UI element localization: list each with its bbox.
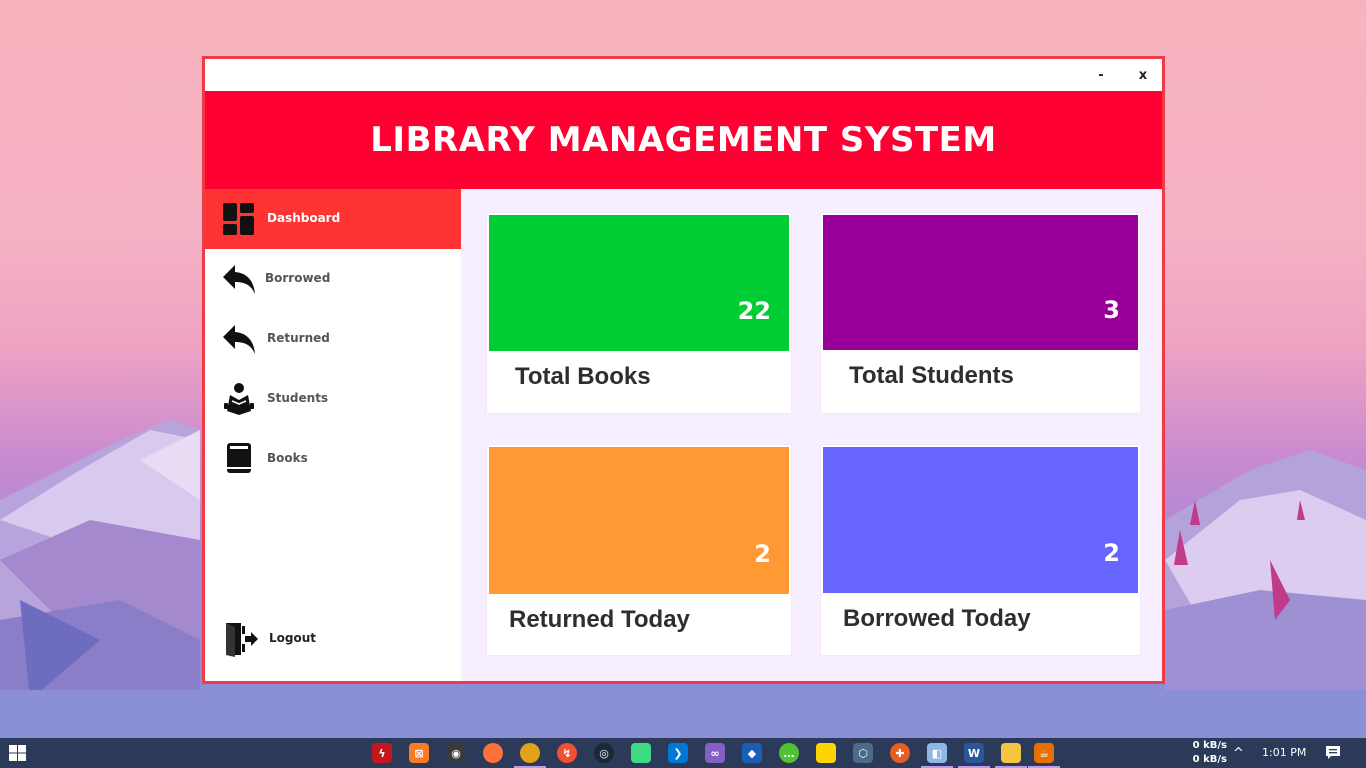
sidebar-item-students[interactable]: Students bbox=[205, 369, 461, 429]
close-button[interactable]: x bbox=[1129, 65, 1157, 87]
card-color-block: 22 bbox=[489, 215, 789, 351]
reply-arrow-icon bbox=[223, 325, 255, 354]
taskbar: ϟ ⊠ ◉ ↯ ◎ ❯ ∞ ◆ … ⬡ ✚ ◧ W ☕ 0 kB/s 0 kB/… bbox=[0, 738, 1366, 768]
sidebar-item-returned[interactable]: Returned bbox=[205, 309, 461, 369]
minimize-button[interactable]: - bbox=[1087, 65, 1115, 87]
notification-center-icon[interactable] bbox=[1325, 745, 1341, 760]
wechat-icon[interactable]: … bbox=[779, 743, 799, 763]
card-label: Total Students bbox=[849, 362, 1014, 389]
sidebar: Dashboard Borrowed Returned Students Boo… bbox=[205, 189, 461, 681]
tray-chevron-up-icon[interactable]: ^ bbox=[1233, 746, 1244, 761]
stat-card-returned-today[interactable]: 2 Returned Today bbox=[487, 445, 791, 655]
card-color-block: 3 bbox=[823, 215, 1138, 350]
card-count: 2 bbox=[1103, 539, 1120, 567]
student-reading-icon bbox=[224, 383, 254, 415]
card-count: 2 bbox=[754, 540, 771, 568]
obs-icon[interactable]: ◉ bbox=[446, 743, 466, 763]
sidebar-item-label: Students bbox=[267, 391, 329, 405]
dashboard-content: 22 Total Books 3 Total Students 2 Return… bbox=[461, 189, 1162, 681]
library-app-window: - x LIBRARY MANAGEMENT SYSTEM Dashboard … bbox=[202, 56, 1165, 684]
sidebar-item-label: Dashboard bbox=[267, 211, 341, 225]
file-explorer-icon[interactable] bbox=[995, 743, 1027, 768]
sidebar-item-label: Books bbox=[267, 451, 308, 465]
sidebar-item-label: Returned bbox=[267, 331, 330, 345]
firefox-icon[interactable] bbox=[483, 743, 503, 763]
dashboard-icon bbox=[223, 203, 254, 235]
network-icon[interactable]: ✚ bbox=[890, 743, 910, 763]
git-icon[interactable]: ↯ bbox=[557, 743, 577, 763]
logout-door-icon bbox=[226, 623, 258, 657]
flash-icon[interactable]: ϟ bbox=[372, 743, 392, 763]
word-icon[interactable]: W bbox=[958, 743, 990, 768]
reply-arrow-icon bbox=[223, 265, 255, 294]
android-studio-icon[interactable] bbox=[631, 743, 651, 763]
sidebar-item-label: Borrowed bbox=[265, 271, 331, 285]
network-speed: 0 kB/s 0 kB/s bbox=[1183, 739, 1227, 767]
stat-card-total-books[interactable]: 22 Total Books bbox=[487, 213, 791, 413]
cube-icon[interactable]: ⬡ bbox=[853, 743, 873, 763]
windows-start-icon[interactable] bbox=[9, 745, 26, 761]
steam-icon[interactable]: ◎ bbox=[594, 743, 614, 763]
logout-button[interactable]: Logout bbox=[205, 609, 461, 669]
net-up-speed: 0 kB/s bbox=[1192, 740, 1227, 751]
book-icon bbox=[227, 443, 251, 473]
sidebar-item-borrowed[interactable]: Borrowed bbox=[205, 249, 461, 309]
stat-card-borrowed-today[interactable]: 2 Borrowed Today bbox=[821, 445, 1140, 655]
card-color-block: 2 bbox=[823, 447, 1138, 593]
visual-studio-icon[interactable]: ∞ bbox=[705, 743, 725, 763]
app-title: LIBRARY MANAGEMENT SYSTEM bbox=[370, 120, 997, 160]
sidebar-item-books[interactable]: Books bbox=[205, 429, 461, 489]
header-banner: LIBRARY MANAGEMENT SYSTEM bbox=[205, 91, 1162, 189]
chrome-icon[interactable] bbox=[514, 743, 546, 768]
vscode-icon[interactable]: ❯ bbox=[668, 743, 688, 763]
net-down-speed: 0 kB/s bbox=[1192, 754, 1227, 765]
stat-card-total-students[interactable]: 3 Total Students bbox=[821, 213, 1140, 413]
taskbar-clock[interactable]: 1:01 PM bbox=[1262, 746, 1306, 759]
card-count: 3 bbox=[1103, 296, 1120, 324]
title-bar: - x bbox=[205, 59, 1162, 91]
logout-label: Logout bbox=[269, 631, 317, 645]
card-label: Total Books bbox=[515, 363, 651, 390]
sticky-notes-icon[interactable] bbox=[816, 743, 836, 763]
xampp-icon[interactable]: ⊠ bbox=[409, 743, 429, 763]
box-icon[interactable]: ◧ bbox=[921, 743, 953, 768]
card-color-block: 2 bbox=[489, 447, 789, 594]
card-label: Returned Today bbox=[509, 606, 690, 633]
virtualbox-icon[interactable]: ◆ bbox=[742, 743, 762, 763]
java-icon[interactable]: ☕ bbox=[1028, 743, 1060, 768]
card-count: 22 bbox=[737, 297, 771, 325]
card-label: Borrowed Today bbox=[843, 605, 1031, 632]
sidebar-item-dashboard[interactable]: Dashboard bbox=[205, 189, 461, 249]
